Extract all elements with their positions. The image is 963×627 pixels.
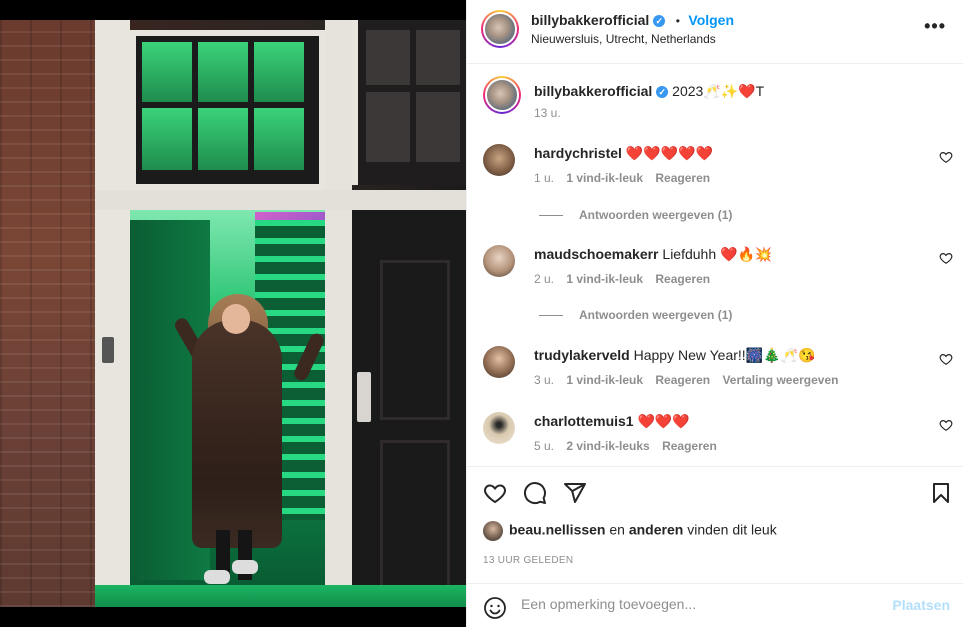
follow-button[interactable]: Volgen xyxy=(688,12,734,28)
verified-badge-icon: ✓ xyxy=(656,86,669,99)
comment-text: ❤️❤️❤️❤️❤️ xyxy=(625,145,713,161)
verified-badge-icon: ✓ xyxy=(653,14,666,27)
commenter-username[interactable]: hardychristel xyxy=(534,145,622,161)
green-floor xyxy=(95,585,466,607)
door-frame-left xyxy=(95,20,130,607)
post-photo[interactable] xyxy=(0,0,466,627)
action-bar xyxy=(467,466,963,514)
photo-scene xyxy=(0,20,466,607)
comment-line: trudylakerveld Happy New Year!!🎆🎄🥂😘 xyxy=(534,346,815,364)
comment-text: ❤️❤️❤️ xyxy=(637,413,690,429)
caption-username[interactable]: billybakkerofficial xyxy=(534,83,652,99)
commenter-avatar[interactable] xyxy=(483,144,515,176)
author-username[interactable]: billybakkerofficial xyxy=(531,12,649,28)
comment-input[interactable] xyxy=(521,596,881,612)
comment-likes[interactable]: 1 vind-ik-leuk xyxy=(566,373,643,387)
liker-avatar[interactable] xyxy=(483,521,503,541)
brick-wall xyxy=(0,20,105,607)
comment-composer: Plaatsen xyxy=(467,583,963,627)
comment-heart-icon[interactable] xyxy=(939,251,953,265)
comment-meta: 5 u. 2 vind-ik-leuks Reageren xyxy=(534,439,726,453)
comment-time[interactable]: 5 u. xyxy=(534,439,554,453)
others-link[interactable]: anderen xyxy=(629,522,683,538)
likes-suffix: vinden dit leuk xyxy=(687,521,777,538)
more-options-icon[interactable]: ••• xyxy=(924,16,946,37)
comment-meta: 3 u. 1 vind-ik-leuk Reageren Vertaling w… xyxy=(534,373,848,387)
comment-line: charlottemuis1 ❤️❤️❤️ xyxy=(534,412,690,430)
comment-heart-icon[interactable] xyxy=(939,418,953,432)
commenter-username[interactable]: charlottemuis1 xyxy=(534,413,634,429)
door-handle xyxy=(357,372,371,422)
comment-heart-icon[interactable] xyxy=(939,150,953,164)
post-header: billybakkerofficial ✓ • Volgen Nieuwerslu… xyxy=(467,0,963,64)
post-details-panel: billybakkerofficial ✓ • Volgen Nieuwerslu… xyxy=(466,0,963,627)
view-replies-button[interactable]: Antwoorden weergeven (1) xyxy=(539,208,732,222)
likes-connector: en xyxy=(609,521,625,538)
commenter-avatar[interactable] xyxy=(483,245,515,277)
share-icon[interactable] xyxy=(563,481,587,505)
caption-line: billybakkerofficial ✓ 2023🥂✨❤️T xyxy=(534,82,764,100)
post-timestamp[interactable]: 13 UUR GELEDEN xyxy=(483,555,573,566)
caption-time[interactable]: 13 u. xyxy=(534,106,561,120)
bookmark-icon[interactable] xyxy=(929,481,953,505)
comment-meta: 2 u. 1 vind-ik-leuk Reageren xyxy=(534,272,719,286)
comment-line: hardychristel ❤️❤️❤️❤️❤️ xyxy=(534,144,713,162)
translate-button[interactable]: Vertaling weergeven xyxy=(722,373,838,387)
caption-avatar[interactable] xyxy=(483,76,521,114)
comment-text: Liefduhh ❤️🔥💥 xyxy=(662,246,773,262)
author-line: billybakkerofficial ✓ • Volgen xyxy=(531,12,734,30)
door-frame-middle xyxy=(325,20,352,607)
emoji-icon[interactable] xyxy=(483,596,507,620)
commenter-username[interactable]: maudschoemakerr xyxy=(534,246,659,262)
replies-line xyxy=(539,315,563,317)
likes-summary: beau.nellissen en anderen vinden dit leu… xyxy=(483,521,777,541)
doorbell xyxy=(102,337,114,363)
comment-meta: 1 u. 1 vind-ik-leuk Reageren xyxy=(534,171,719,185)
view-replies-label: Antwoorden weergeven (1) xyxy=(579,308,733,322)
reply-button[interactable]: Reageren xyxy=(655,373,710,387)
reply-button[interactable]: Reageren xyxy=(662,439,717,453)
caption-text: 2023🥂✨❤️T xyxy=(672,83,765,99)
comment-heart-icon[interactable] xyxy=(939,352,953,366)
caption-meta: 13 u. xyxy=(534,106,570,120)
transom-window xyxy=(130,30,325,190)
comment-text: Happy New Year!!🎆🎄🥂😘 xyxy=(633,347,816,363)
person-face xyxy=(222,304,250,334)
person-shoe-right xyxy=(232,560,258,574)
commenter-avatar[interactable] xyxy=(483,412,515,444)
door-frame-top xyxy=(95,190,466,210)
view-replies-button[interactable]: Antwoorden weergeven (1) xyxy=(539,308,732,322)
comment-icon[interactable] xyxy=(523,481,547,505)
heart-icon[interactable] xyxy=(483,481,507,505)
door-panel-lower xyxy=(380,440,450,590)
post-location[interactable]: Nieuwersluis, Utrecht, Netherlands xyxy=(531,32,716,46)
person-shoe-left xyxy=(204,570,230,584)
replies-line xyxy=(539,215,563,217)
commenter-username[interactable]: trudylakerveld xyxy=(534,347,630,363)
post-comment-button[interactable]: Plaatsen xyxy=(892,597,950,613)
liker-username[interactable]: beau.nellissen xyxy=(509,522,605,538)
view-replies-label: Antwoorden weergeven (1) xyxy=(579,208,733,222)
door-panel-upper xyxy=(380,260,450,420)
comment-line: maudschoemakerr Liefduhh ❤️🔥💥 xyxy=(534,245,772,263)
comment-likes[interactable]: 2 vind-ik-leuks xyxy=(566,439,649,453)
comment-time[interactable]: 1 u. xyxy=(534,171,554,185)
reply-button[interactable]: Reageren xyxy=(655,171,710,185)
comment-time[interactable]: 2 u. xyxy=(534,272,554,286)
commenter-avatar[interactable] xyxy=(483,346,515,378)
comment-likes[interactable]: 1 vind-ik-leuk xyxy=(566,272,643,286)
comment-time[interactable]: 3 u. xyxy=(534,373,554,387)
person-coat xyxy=(192,320,282,548)
reply-button[interactable]: Reageren xyxy=(655,272,710,286)
right-window xyxy=(352,20,466,185)
author-avatar[interactable] xyxy=(481,10,519,48)
separator-dot: • xyxy=(675,14,680,28)
comment-likes[interactable]: 1 vind-ik-leuk xyxy=(566,171,643,185)
